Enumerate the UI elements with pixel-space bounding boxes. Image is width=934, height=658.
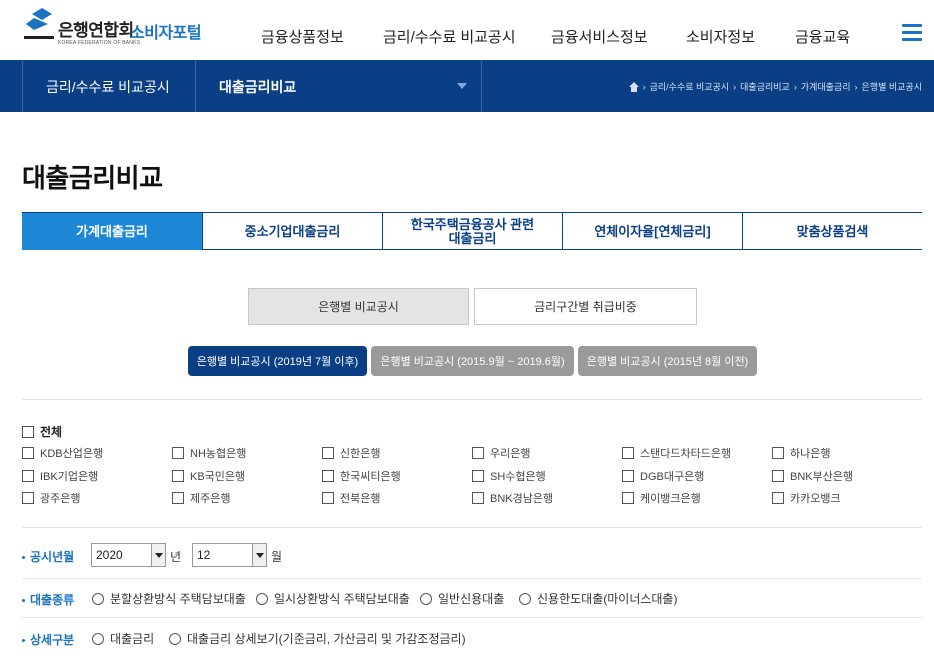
portal-title: 소비자포털 bbox=[130, 25, 202, 42]
month-select[interactable]: 12 bbox=[192, 543, 267, 567]
home-icon[interactable] bbox=[628, 81, 639, 92]
checkbox-icon[interactable] bbox=[22, 425, 34, 438]
page-title: 대출금리비교 bbox=[22, 163, 163, 193]
bank-checkbox[interactable]: KDB산업은행 bbox=[22, 445, 103, 461]
subtab-bank-comparison[interactable]: 은행별 비교공시 bbox=[248, 288, 469, 325]
year-select[interactable]: 2020 bbox=[91, 543, 166, 567]
radio-credit-line[interactable]: 신용한도대출(마이너스대출) bbox=[519, 590, 677, 607]
menu-icon[interactable] bbox=[902, 24, 922, 42]
breadcrumb-item[interactable]: 가계대출금리 bbox=[801, 80, 851, 93]
tab-overdue-rate[interactable]: 연체이자율[연체금리] bbox=[562, 213, 742, 250]
divider bbox=[22, 399, 922, 400]
breadcrumb-item[interactable]: 은행별 비교공시 bbox=[862, 80, 922, 93]
radio-rate-detail[interactable]: 대출금리 상세보기(기준금리, 가산금리 및 가감조정금리) bbox=[169, 630, 466, 647]
radio-installment-mortgage[interactable]: 분할상환방식 주택담보대출 bbox=[92, 590, 246, 607]
nav-financial-products[interactable]: 금융상품정보 bbox=[261, 26, 344, 47]
divider bbox=[22, 617, 922, 618]
breadcrumb: › 금리/수수료 비교공시 › 대출금리비교 › 가계대출금리 › 은행별 비교… bbox=[628, 80, 922, 93]
period-button-2015-2019[interactable]: 은행별 비교공시 (2015.9월 ~ 2019.6월) bbox=[371, 346, 574, 376]
subnav-section[interactable]: 금리/수수료 비교공시 bbox=[46, 77, 170, 97]
radio-loan-rate[interactable]: 대출금리 bbox=[92, 630, 154, 647]
nav-consumer-info[interactable]: 소비자정보 bbox=[686, 26, 755, 47]
tab-household-loan[interactable]: 가계대출금리 bbox=[22, 213, 202, 250]
logo[interactable]: 은행연합회 KOREA FEDERATION OF BANKS 소비자포털 bbox=[22, 4, 232, 50]
bank-checkbox[interactable]: IBK기업은행 bbox=[22, 468, 98, 484]
chevron-down-icon[interactable] bbox=[457, 83, 467, 89]
radio-bullet-mortgage[interactable]: 일시상환방식 주택담보대출 bbox=[256, 590, 410, 607]
bank-checkbox[interactable]: 카카오뱅크 bbox=[772, 490, 841, 506]
checkbox-all[interactable]: 전체 bbox=[22, 423, 62, 440]
logo-english-text: KOREA FEDERATION OF BANKS bbox=[58, 40, 141, 46]
bank-checkbox[interactable]: 전북은행 bbox=[322, 490, 380, 506]
sub-navigation: 금리/수수료 비교공시 대출금리비교 › 금리/수수료 비교공시 › 대출금리비… bbox=[0, 60, 934, 112]
bank-checkbox[interactable]: 스탠다드차타드은행 bbox=[622, 445, 731, 461]
bank-checkbox[interactable]: BNK경남은행 bbox=[472, 490, 553, 506]
subnav-current[interactable]: 대출금리비교 bbox=[219, 77, 296, 97]
logo-text: 은행연합회 bbox=[58, 21, 134, 40]
bank-checkbox[interactable]: KB국민은행 bbox=[172, 468, 245, 484]
bank-checkbox[interactable]: BNK부산은행 bbox=[772, 468, 853, 484]
nav-financial-services[interactable]: 금융서비스정보 bbox=[551, 26, 648, 47]
bank-checkbox[interactable]: 우리은행 bbox=[472, 445, 530, 461]
bank-checkbox[interactable]: 한국씨티은행 bbox=[322, 468, 401, 484]
divider bbox=[22, 578, 922, 579]
nav-rate-fee-disclosure[interactable]: 금리/수수료 비교공시 bbox=[383, 26, 516, 47]
breadcrumb-item[interactable]: 금리/수수료 비교공시 bbox=[650, 80, 730, 93]
bank-checkbox[interactable]: 신한은행 bbox=[322, 445, 380, 461]
period-label: 공시년월 bbox=[22, 548, 74, 565]
breadcrumb-item[interactable]: 대출금리비교 bbox=[740, 80, 790, 93]
tab-hf-loan[interactable]: 한국주택금융공사 관련 대출금리 bbox=[382, 213, 562, 250]
period-button-2015-before[interactable]: 은행별 비교공시 (2015년 8월 이전) bbox=[578, 346, 757, 376]
year-unit: 년 bbox=[170, 550, 182, 564]
month-unit: 월 bbox=[271, 550, 283, 564]
loan-type-tabs: 가계대출금리 중소기업대출금리 한국주택금융공사 관련 대출금리 연체이자율[연체… bbox=[22, 212, 922, 250]
bank-checkbox[interactable]: 제주은행 bbox=[172, 490, 230, 506]
detail-label: 상세구분 bbox=[22, 631, 74, 648]
logo-mark-icon bbox=[24, 8, 54, 39]
bank-checkbox[interactable]: NH농협은행 bbox=[172, 445, 246, 461]
site-header: 은행연합회 KOREA FEDERATION OF BANKS 소비자포털 금융… bbox=[0, 0, 934, 60]
period-button-2019-after[interactable]: 은행별 비교공시 (2019년 7월 이후) bbox=[188, 346, 367, 376]
bank-checkbox[interactable]: DGB대구은행 bbox=[622, 468, 704, 484]
divider bbox=[22, 527, 922, 528]
subtab-rate-range[interactable]: 금리구간별 취급비중 bbox=[474, 288, 697, 325]
tab-sme-loan[interactable]: 중소기업대출금리 bbox=[202, 213, 382, 250]
loan-type-label: 대출종류 bbox=[22, 591, 74, 608]
chevron-down-icon[interactable] bbox=[151, 544, 165, 566]
chevron-down-icon[interactable] bbox=[252, 544, 266, 566]
radio-credit-loan[interactable]: 일반신용대출 bbox=[420, 590, 504, 607]
bank-checkbox[interactable]: SH수협은행 bbox=[472, 468, 546, 484]
tab-custom-search[interactable]: 맞춤상품검색 bbox=[742, 213, 922, 250]
bank-checkbox[interactable]: 케이뱅크은행 bbox=[622, 490, 701, 506]
bank-checkbox[interactable]: 하나은행 bbox=[772, 445, 830, 461]
bank-checkbox[interactable]: 광주은행 bbox=[22, 490, 80, 506]
nav-financial-education[interactable]: 금융교육 bbox=[795, 26, 850, 47]
